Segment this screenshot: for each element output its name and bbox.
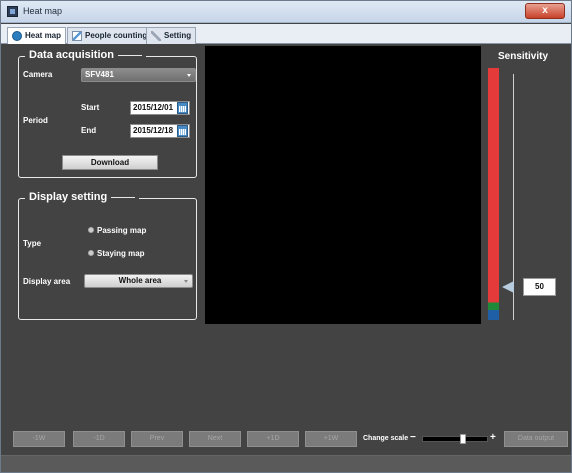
scale-slider-track[interactable] — [422, 436, 488, 442]
tab-setting[interactable]: Setting — [146, 27, 197, 44]
tab-heat-map[interactable]: Heat map — [7, 27, 67, 44]
tab-label: People counting — [85, 31, 148, 40]
chart-icon — [72, 31, 82, 41]
end-date-value: 2015/12/18 — [133, 126, 174, 135]
radio-dot-icon — [88, 250, 94, 256]
start-date-field[interactable]: 2015/12/01 — [130, 101, 190, 115]
left-panel: Data acquisition Camera SFV481 Period St… — [7, 46, 204, 326]
heat-map-view[interactable] — [205, 46, 481, 324]
wrench-icon — [151, 31, 161, 41]
app-icon — [7, 6, 18, 17]
tab-people-counting[interactable]: People counting — [67, 27, 153, 44]
sensitivity-panel: Sensitivity 50 — [482, 46, 571, 346]
heat-map-icon — [12, 31, 22, 41]
window-title: Heat map — [23, 6, 63, 16]
bottom-toolbar: -1W -1D Prev Next +1D +1W Change scale −… — [1, 431, 571, 449]
minus-1-week-button[interactable]: -1W — [13, 431, 65, 447]
display-area-value: Whole area — [118, 276, 162, 285]
plus-1-day-button[interactable]: +1D — [247, 431, 299, 447]
end-date-field[interactable]: 2015/12/18 — [130, 124, 190, 138]
data-acquisition-title: Data acquisition — [25, 49, 146, 61]
sensitivity-value[interactable]: 50 — [523, 278, 556, 296]
display-area-label: Display area — [23, 277, 71, 286]
status-bar — [1, 455, 571, 472]
chevron-down-icon — [184, 280, 188, 283]
start-date-value: 2015/12/01 — [133, 103, 174, 112]
change-scale-label: Change scale — [363, 435, 409, 442]
close-button[interactable]: x — [525, 3, 565, 19]
tab-bar: Heat map People counting Setting — [1, 24, 571, 44]
plus-icon[interactable]: + — [490, 433, 496, 443]
title-bar: Heat map x — [1, 1, 571, 23]
sensitivity-title: Sensitivity — [498, 51, 549, 62]
minus-icon[interactable]: − — [410, 433, 416, 443]
start-label: Start — [81, 103, 100, 112]
data-acquisition-group: Data acquisition Camera SFV481 Period St… — [18, 49, 197, 178]
staying-map-radio[interactable]: Staying map — [88, 249, 145, 258]
display-area-select[interactable]: Whole area — [84, 274, 193, 288]
passing-map-radio[interactable]: Passing map — [88, 226, 146, 235]
scale-slider-thumb[interactable] — [460, 434, 466, 444]
period-label: Period — [23, 116, 48, 125]
display-setting-title: Display setting — [25, 191, 140, 203]
type-label: Type — [23, 239, 42, 248]
camera-select[interactable]: SFV481 — [81, 68, 196, 82]
radio-dot-icon — [88, 227, 94, 233]
download-button[interactable]: Download — [62, 155, 158, 170]
display-setting-group: Display setting Type Passing map Staying… — [18, 191, 197, 320]
next-button[interactable]: Next — [189, 431, 241, 447]
plus-1-week-button[interactable]: +1W — [305, 431, 357, 447]
change-scale-slider[interactable]: − + — [410, 433, 498, 445]
calendar-icon[interactable] — [177, 102, 188, 114]
tab-label: Setting — [164, 31, 192, 40]
tab-label: Heat map — [25, 31, 62, 40]
camera-value: SFV481 — [85, 70, 114, 79]
minus-1-day-button[interactable]: -1D — [73, 431, 125, 447]
calendar-icon[interactable] — [177, 125, 188, 137]
chevron-down-icon — [187, 74, 191, 77]
end-label: End — [81, 126, 97, 135]
sensitivity-color-bar — [488, 68, 499, 320]
camera-label: Camera — [23, 70, 53, 79]
prev-button[interactable]: Prev — [131, 431, 183, 447]
data-output-button[interactable]: Data output — [504, 431, 568, 447]
sensitivity-pointer-icon[interactable] — [502, 281, 514, 293]
heat-map-window: Heat map x Heat map People counting Sett… — [0, 0, 572, 473]
